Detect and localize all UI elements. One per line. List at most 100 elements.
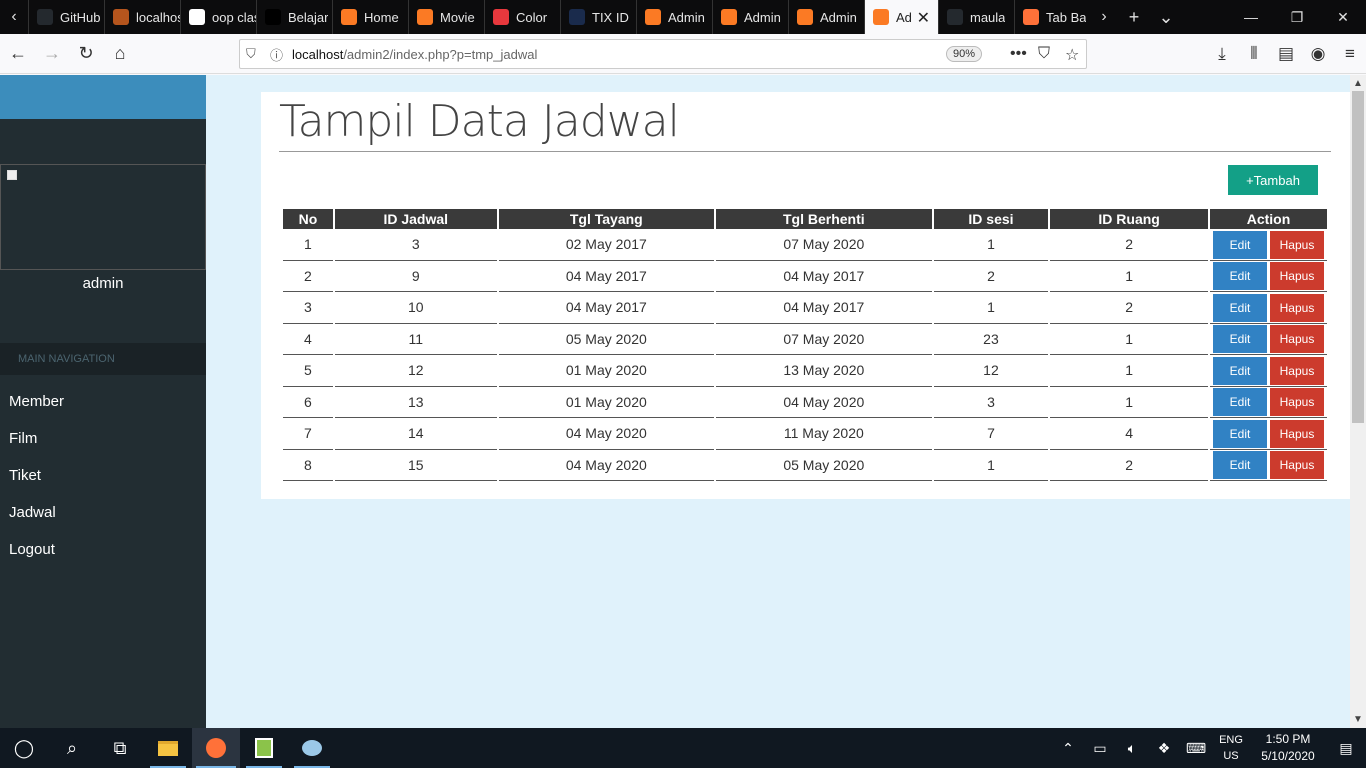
start-windows-icon[interactable]: ◯: [0, 728, 48, 768]
page-title: Tampil Data Jadwal: [279, 96, 680, 147]
search-icon[interactable]: ⌕: [48, 728, 96, 768]
cell-id-sesi: 3: [933, 387, 1049, 418]
scroll-down-icon[interactable]: ▼: [1353, 714, 1363, 725]
sidebar-item-member[interactable]: Member: [0, 381, 206, 418]
reload-icon[interactable]: ↻: [70, 38, 102, 70]
edit-button[interactable]: Edit: [1212, 451, 1267, 480]
edit-button[interactable]: Edit: [1212, 388, 1267, 417]
browser-tab[interactable]: TIX ID: [560, 0, 636, 34]
browser-tab[interactable]: Color: [484, 0, 560, 34]
page-actions-icon[interactable]: •••: [1010, 45, 1027, 63]
bookmark-star-icon[interactable]: ☆: [1065, 45, 1079, 65]
delete-button[interactable]: Hapus: [1269, 293, 1324, 322]
delete-button[interactable]: Hapus: [1269, 419, 1324, 448]
add-jadwal-button[interactable]: +Tambah: [1228, 165, 1318, 195]
info-icon[interactable]: ⓘ: [270, 45, 292, 64]
cell-tgl-tayang: 04 May 2017: [498, 292, 715, 324]
scrollbar-thumb[interactable]: [1352, 91, 1364, 423]
browser-tab[interactable]: Tab Ba: [1014, 0, 1090, 34]
tab-scroll-right-icon[interactable]: ›: [1090, 0, 1118, 34]
sidebar-toggle-icon[interactable]: ▤: [1270, 38, 1302, 70]
sidebar-item-tiket[interactable]: Tiket: [0, 455, 206, 492]
system-tray: ⌃ ▭ 🔈︎ ❖ ⌨ ENG US 1:50 PM 5/10/2020 ▤: [1052, 728, 1366, 768]
browser-nav-bar: ← → ↻ ⌂ ⛉ ⓘ localhost/admin2/index.php?p…: [0, 34, 1366, 74]
delete-button[interactable]: Hapus: [1269, 388, 1324, 417]
cell-id-ruang: 1: [1050, 387, 1208, 418]
delete-button[interactable]: Hapus: [1269, 356, 1324, 385]
library-icon[interactable]: ⫴: [1238, 38, 1270, 70]
tab-label: Movie: [440, 9, 475, 25]
delete-button[interactable]: Hapus: [1269, 325, 1324, 354]
paint-icon[interactable]: [288, 728, 336, 768]
browser-tab[interactable]: Admin: [636, 0, 712, 34]
clock[interactable]: 1:50 PM 5/10/2020: [1250, 731, 1326, 765]
restore-icon[interactable]: ❐: [1274, 9, 1320, 26]
cell-no: 4: [283, 324, 333, 355]
shield-icon[interactable]: ⛉: [246, 46, 270, 62]
forward-arrow-icon[interactable]: →: [36, 38, 68, 70]
browser-tab[interactable]: oop class: [180, 0, 256, 34]
edit-button[interactable]: Edit: [1212, 293, 1267, 322]
cell-tgl-berhenti: 04 May 2017: [716, 261, 932, 292]
table-row: 4 11 05 May 2020 07 May 2020 23 1 Edit Hapus: [283, 324, 1327, 355]
browser-tab[interactable]: Movie: [408, 0, 484, 34]
scroll-up-icon[interactable]: ▲: [1353, 78, 1363, 89]
windows-taskbar: ◯ ⌕ ⧉ ⌃ ▭ 🔈︎ ❖ ⌨ ENG US 1:50 PM 5/10/202…: [0, 728, 1366, 768]
cell-action: Edit Hapus: [1209, 450, 1327, 481]
battery-icon[interactable]: ▭: [1084, 740, 1116, 757]
edit-button[interactable]: Edit: [1212, 356, 1267, 385]
file-explorer-icon[interactable]: [144, 728, 192, 768]
user-avatar-image: [0, 164, 206, 270]
tray-chevron-up-icon[interactable]: ⌃: [1052, 740, 1084, 757]
browser-tab[interactable]: maula: [938, 0, 1014, 34]
sidebar-item-film[interactable]: Film: [0, 418, 206, 455]
dropbox-icon[interactable]: ❖: [1148, 740, 1180, 757]
xampp-icon: [341, 9, 357, 25]
sidebar-item-logout[interactable]: Logout: [0, 529, 206, 566]
task-view-icon[interactable]: ⧉: [96, 728, 144, 768]
edit-button[interactable]: Edit: [1212, 325, 1267, 354]
tabs-container: GitHub localhost oop class Belajar Home Movie…: [28, 0, 1090, 34]
firefox-icon[interactable]: [192, 728, 240, 768]
download-icon[interactable]: ⤓: [1206, 38, 1238, 70]
volume-icon[interactable]: 🔈︎: [1116, 740, 1148, 757]
page-scrollbar[interactable]: ▲ ▼: [1350, 75, 1366, 728]
notepad-plus-plus-icon[interactable]: [240, 728, 288, 768]
browser-tab[interactable]: Home: [332, 0, 408, 34]
url-bar[interactable]: ⛉ ⓘ localhost/admin2/index.php?p=tmp_jad…: [239, 39, 1087, 69]
cell-no: 8: [283, 450, 333, 481]
language-indicator[interactable]: ENG US: [1212, 732, 1250, 764]
edit-button[interactable]: Edit: [1212, 419, 1267, 448]
browser-tab[interactable]: Ad ✕: [864, 0, 938, 34]
cell-action: Edit Hapus: [1209, 229, 1327, 261]
minimize-icon[interactable]: —: [1228, 9, 1274, 25]
url-path: /admin2/index.php?p=tmp_jadwal: [343, 46, 538, 62]
edit-button[interactable]: Edit: [1212, 230, 1267, 259]
tab-scroll-left-icon[interactable]: ‹: [0, 0, 28, 34]
zoom-badge[interactable]: 90%: [946, 46, 983, 62]
account-icon[interactable]: ◉: [1302, 38, 1334, 70]
close-tab-icon[interactable]: ✕: [917, 8, 930, 28]
browser-tab[interactable]: localhost: [104, 0, 180, 34]
menu-hamburger-icon[interactable]: ≡: [1334, 38, 1366, 70]
delete-button[interactable]: Hapus: [1269, 451, 1324, 480]
delete-button[interactable]: Hapus: [1269, 262, 1324, 291]
browser-tab[interactable]: GitHub: [28, 0, 104, 34]
cell-no: 1: [283, 229, 333, 261]
new-tab-icon[interactable]: +: [1118, 7, 1150, 28]
notifications-icon[interactable]: ▤: [1326, 740, 1366, 757]
browser-tab[interactable]: Admin: [788, 0, 864, 34]
home-icon[interactable]: ⌂: [104, 38, 136, 70]
tab-list-chevron-down-icon[interactable]: ⌄: [1150, 7, 1182, 28]
delete-button[interactable]: Hapus: [1269, 230, 1324, 259]
keyboard-icon[interactable]: ⌨: [1180, 740, 1212, 757]
pocket-icon[interactable]: ⛉: [1038, 45, 1050, 63]
close-window-icon[interactable]: ✕: [1320, 9, 1366, 26]
edit-button[interactable]: Edit: [1212, 262, 1267, 291]
xampp-icon: [645, 9, 661, 25]
sidebar-item-jadwal[interactable]: Jadwal: [0, 492, 206, 529]
back-arrow-icon[interactable]: ←: [2, 38, 34, 70]
cell-id-jadwal: 10: [334, 292, 497, 324]
browser-tab[interactable]: Belajar: [256, 0, 332, 34]
browser-tab[interactable]: Admin: [712, 0, 788, 34]
